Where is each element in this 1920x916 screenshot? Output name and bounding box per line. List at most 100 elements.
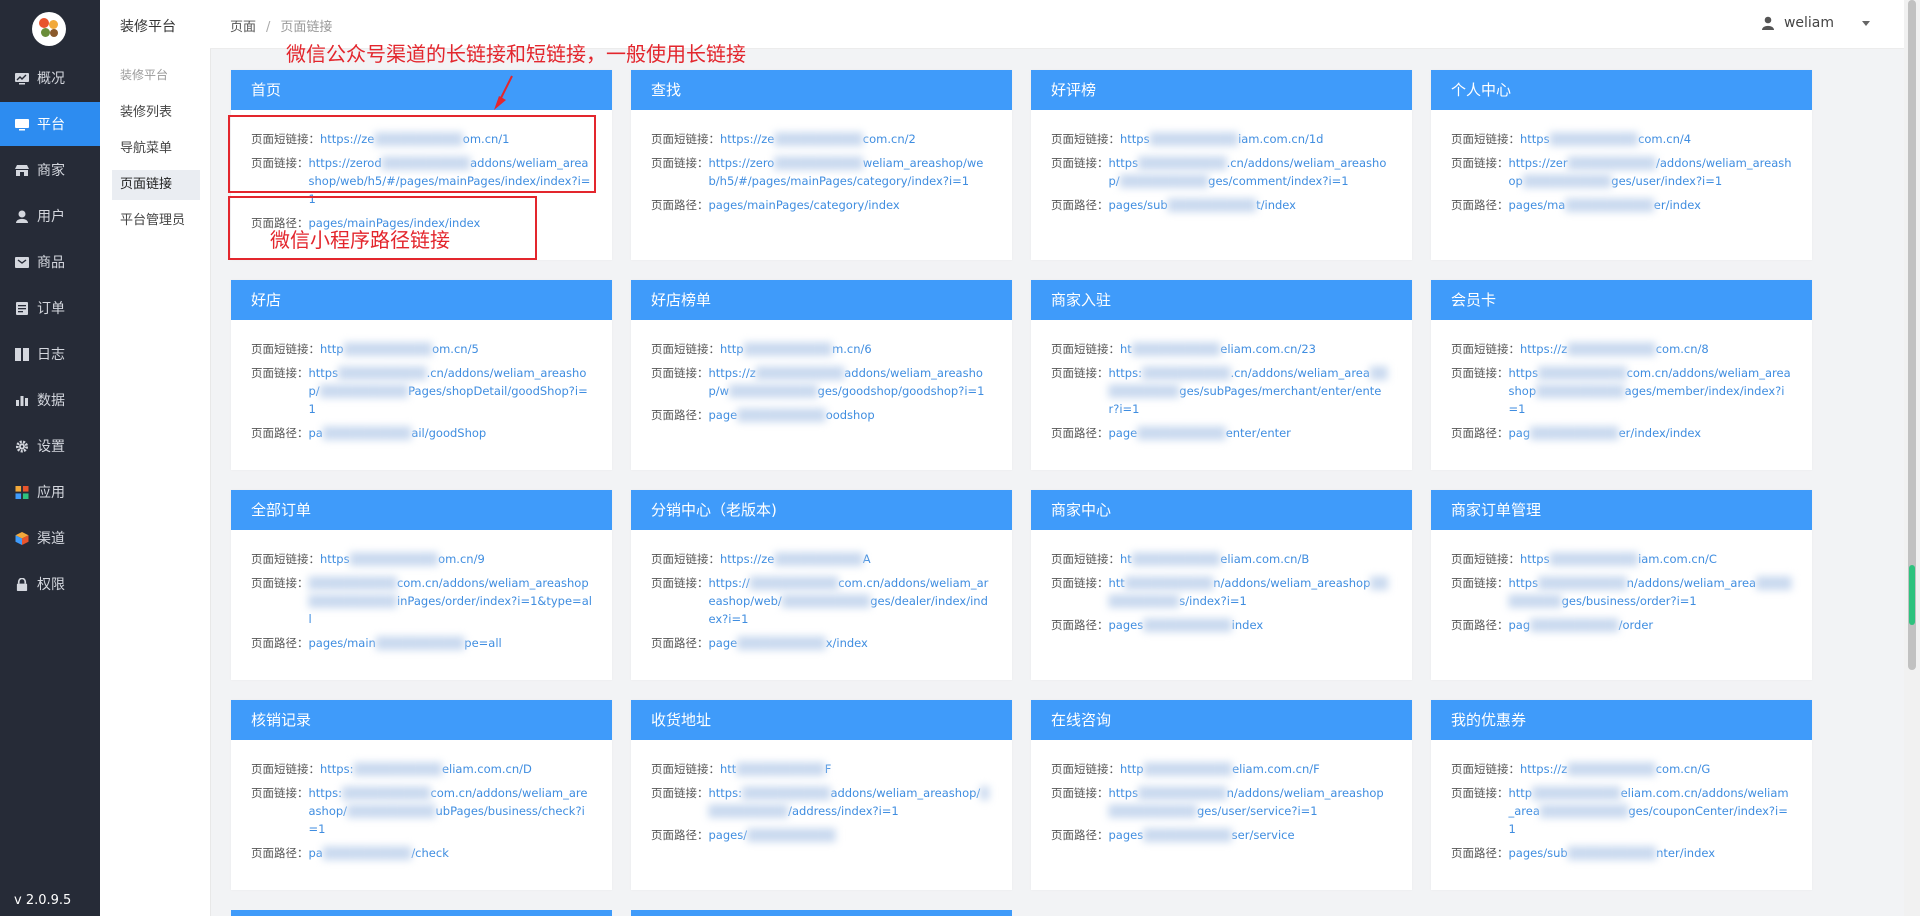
page-path-value[interactable]: pages/sub██████████nter/index [1509, 844, 1716, 862]
short-link-value[interactable]: ht██████████eliam.com.cn/B [1120, 550, 1309, 568]
short-link-row: 页面短链接： https://ze██████████A [651, 550, 992, 568]
short-link-value[interactable]: http██████████om.cn/5 [320, 340, 479, 358]
long-link-label: 页面链接： [651, 576, 709, 590]
page-path-row: 页面路径： pages/mainPages/category/index [651, 196, 992, 214]
long-link-value[interactable]: htt██████████n/addons/weliam_areashop███… [1109, 574, 1393, 610]
short-link-value[interactable]: https██████████iam.com.cn/C [1520, 550, 1717, 568]
page-link-card: 好评榜 页面短链接： https██████████iam.com.cn/1d 页面链… [1031, 70, 1412, 260]
long-link-value[interactable]: https://zero██████████weliam_areashop/we… [709, 154, 993, 190]
long-link-value[interactable]: https://██████████com.cn/addons/weliam_a… [709, 574, 993, 628]
page-path-value[interactable]: pages/main██████████pe=all [309, 634, 502, 652]
redacted-text: ██████████ [349, 552, 439, 566]
page-path-value[interactable]: pa██████████/check [309, 844, 449, 862]
redacted-text: ██████████ [1567, 846, 1657, 860]
long-link-row: 页面链接： https:██████████addons/weliam_areas… [651, 784, 992, 820]
long-link-label: 页面链接： [1451, 786, 1509, 800]
long-link-value[interactable]: https://zer██████████/addons/weliam_area… [1509, 154, 1793, 190]
short-link-label: 页面短链接： [651, 132, 720, 146]
short-link-row: 页面短链接： http██████████eliam.com.cn/F [1051, 760, 1392, 778]
page-path-value[interactable]: pages/ma██████████er/index [1509, 196, 1701, 214]
short-link-value[interactable]: http██████████eliam.com.cn/F [1120, 760, 1320, 778]
short-link-row: 页面短链接： https██████████iam.com.cn/C [1451, 550, 1792, 568]
redacted-text: ██████████ [1549, 132, 1639, 146]
redacted-text: ██████████ [375, 636, 465, 650]
short-link-value[interactable]: https██████████om.cn/9 [320, 550, 485, 568]
short-link-label: 页面短链接： [251, 552, 320, 566]
redacted-text: ██████████ [343, 342, 433, 356]
redacted-text: ██████████ [1131, 552, 1221, 566]
page-path-value[interactable]: pa██████████ail/goodShop [309, 424, 487, 442]
page-path-value[interactable]: page██████████enter/enter [1109, 424, 1291, 442]
card-title: 核销记录 [231, 700, 612, 740]
page-path-row: 页面路径： pag██████████/order [1451, 616, 1792, 634]
redacted-text: ██████████ [1567, 762, 1656, 776]
short-link-row: 页面短链接： http██████████om.cn/5 [251, 340, 592, 358]
page-path-row: 页面路径： pages/ma██████████er/index [1451, 196, 1792, 214]
redacted-text: ██████████ [1532, 786, 1621, 800]
long-link-label: 页面链接： [1451, 156, 1509, 170]
page-path-value[interactable]: pages/sub██████████t/index [1109, 196, 1296, 214]
annotation-box-links [228, 115, 596, 193]
long-link-row: 页面链接： https██████████n/addons/weliam_area… [1451, 574, 1792, 610]
card-header-peek [631, 910, 1012, 916]
long-link-value[interactable]: https:██████████com.cn/addons/weliam_are… [309, 784, 593, 838]
long-link-value[interactable]: https://z██████████addons/weliam_areasho… [709, 364, 993, 400]
short-link-value[interactable]: https:██████████eliam.com.cn/D [320, 760, 532, 778]
long-link-row: 页面链接： https:██████████.cn/addons/weliam_a… [1051, 364, 1392, 418]
long-link-value[interactable]: https██████████com.cn/addons/weliam_area… [1509, 364, 1793, 418]
short-link-value[interactable]: https██████████com.cn/4 [1520, 130, 1691, 148]
long-link-value[interactable]: https██████████n/addons/weliam_area█████… [1509, 574, 1793, 610]
short-link-value[interactable]: ht██████████eliam.com.cn/23 [1120, 340, 1316, 358]
card-title: 分销中心（老版本) [631, 490, 1012, 530]
long-link-label: 页面链接： [651, 786, 709, 800]
page-path-label: 页面路径： [251, 636, 309, 650]
page-link-card: 会员卡 页面短链接： https://z██████████com.cn/8 页面链接… [1431, 280, 1812, 470]
card-title: 商家中心 [1031, 490, 1412, 530]
short-link-value[interactable]: https://ze██████████com.cn/2 [720, 130, 916, 148]
page-path-value[interactable]: page██████████oodshop [709, 406, 875, 424]
redacted-text: ██████████ [1539, 804, 1629, 818]
page-path-row: 页面路径： pag██████████er/index/index [1451, 424, 1792, 442]
short-link-value[interactable]: https://ze██████████A [720, 550, 871, 568]
page-path-label: 页面路径： [251, 426, 309, 440]
page-path-value[interactable]: pag██████████er/index/index [1509, 424, 1702, 442]
redacted-text: ██████████ [1522, 174, 1612, 188]
short-link-label: 页面短链接： [251, 342, 320, 356]
page-link-card: 核销记录 页面短链接： https:██████████eliam.com.cn/D… [231, 700, 612, 890]
long-link-value[interactable]: ██████████com.cn/addons/weliam_areashop█… [309, 574, 593, 628]
redacted-text: ██████████ [1119, 174, 1209, 188]
short-link-row: 页面短链接： https██████████om.cn/9 [251, 550, 592, 568]
redacted-text: ██████████ [1567, 156, 1657, 170]
page-path-row: 页面路径： pages/main██████████pe=all [251, 634, 592, 652]
redacted-text: ██████████ [781, 594, 871, 608]
long-link-value[interactable]: https██████████.cn/addons/weliam_areasho… [1109, 154, 1393, 190]
short-link-label: 页面短链接： [1451, 132, 1520, 146]
short-link-value[interactable]: https://z██████████com.cn/G [1520, 760, 1710, 778]
long-link-value[interactable]: https:██████████.cn/addons/weliam_area██… [1109, 364, 1393, 418]
vertical-scrollbar[interactable] [1904, 0, 1920, 916]
long-link-value[interactable]: https██████████.cn/addons/weliam_areasho… [309, 364, 593, 418]
page-link-card: 好店榜单 页面短链接： http██████████m.cn/6 页面链接： https… [631, 280, 1012, 470]
long-link-label: 页面链接： [651, 156, 709, 170]
page-path-value[interactable]: pages/██████████ [709, 826, 836, 844]
long-link-label: 页面链接： [251, 786, 309, 800]
scroll-indicator [1909, 565, 1915, 625]
page-path-value[interactable]: pages██████████ser/service [1109, 826, 1295, 844]
long-link-value[interactable]: https██████████n/addons/weliam_areashop█… [1109, 784, 1393, 820]
page-path-value[interactable]: pages██████████index [1109, 616, 1264, 634]
long-link-value[interactable]: https:██████████addons/weliam_areashop/█… [709, 784, 993, 820]
short-link-value[interactable]: htt██████████F [720, 760, 831, 778]
short-link-value[interactable]: https://z██████████com.cn/8 [1520, 340, 1709, 358]
page-path-value[interactable]: page██████████x/index [709, 634, 868, 652]
short-link-label: 页面短链接： [651, 552, 720, 566]
short-link-value[interactable]: https██████████iam.com.cn/1d [1120, 130, 1323, 148]
short-link-label: 页面短链接： [1051, 762, 1120, 776]
page-path-value[interactable]: pag██████████/order [1509, 616, 1654, 634]
card-title: 好评榜 [1031, 70, 1412, 110]
redacted-text: ██████████ [774, 132, 863, 146]
page-path-value[interactable]: pages/mainPages/category/index [709, 196, 900, 214]
redacted-text: ██████████ [1141, 366, 1231, 380]
page-path-label: 页面路径： [651, 636, 709, 650]
long-link-value[interactable]: http██████████eliam.com.cn/addons/weliam… [1509, 784, 1793, 838]
short-link-value[interactable]: http██████████m.cn/6 [720, 340, 872, 358]
